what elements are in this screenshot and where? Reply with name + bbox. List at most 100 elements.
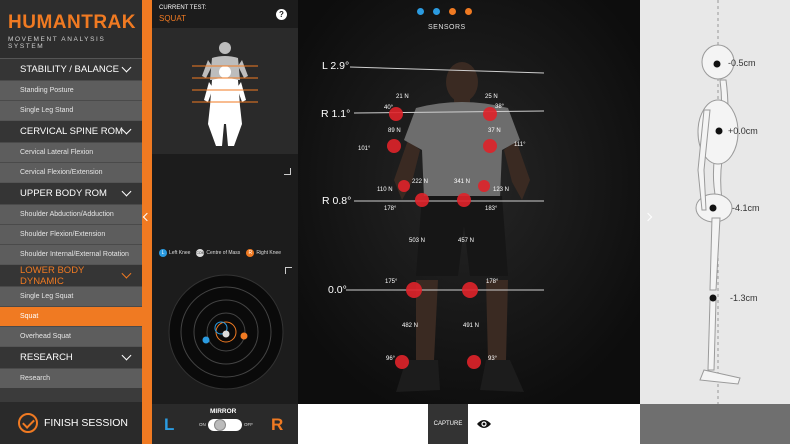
head-tilt-angle: L 2.9° [322, 60, 350, 72]
wrist-right-inner-force: 341 N [454, 179, 471, 185]
right-knee-badge: R [246, 249, 255, 257]
current-test-label: CURRENT TEST: [159, 5, 207, 11]
hip-left-angle: 178° [384, 206, 397, 212]
sidebar-item-cervical-lateral-flexion[interactable]: Cervical Lateral Flexion [0, 142, 142, 162]
hip-right-angle: 183° [485, 206, 498, 212]
chevron-left-icon [142, 212, 152, 222]
wrist-right-outer-force: 123 N [493, 187, 510, 193]
sidebar-item-research[interactable]: Research [0, 368, 142, 388]
pelvis-offset: -4.1cm [732, 203, 760, 213]
capture-button[interactable]: CAPTURE [428, 404, 468, 444]
section-label: UPPER BODY ROM [20, 188, 107, 199]
section-cervical-spine-rom[interactable]: CERVICAL SPINE ROM [0, 120, 142, 142]
section-label: LOWER BODY DYNAMIC [20, 264, 85, 287]
sidebar-item-single-leg-squat[interactable]: Single Leg Squat [0, 286, 142, 306]
section-research[interactable]: RESEARCH [0, 346, 142, 368]
elbow-left-angle: 101° [358, 146, 371, 152]
skeleton-posture-panel: -0.5cm +0.0cm -4.1cm -1.3cm [640, 0, 790, 404]
sidebar-item-shoulder-flexion[interactable]: Shoulder Flexion/Extension [0, 224, 142, 244]
knee-offset: -1.3cm [730, 293, 758, 303]
chevron-down-icon [121, 124, 132, 135]
squat-figure-illustration [192, 42, 258, 146]
section-label: STABILITY / BALANCE [20, 64, 119, 75]
chevron-down-icon [121, 186, 132, 197]
wrist-left-outer-force: 110 N [377, 187, 393, 193]
squat-preview-thumbnail[interactable] [152, 28, 298, 175]
sidebar-item-squat[interactable]: Squat [0, 306, 142, 326]
legend-label: Right Knee [256, 250, 282, 256]
right-side-label[interactable]: R [271, 415, 283, 435]
chevron-down-icon [121, 62, 132, 73]
sidebar-item-single-leg-stand[interactable]: Single Leg Stand [0, 100, 142, 120]
knee-tracking-legend: L Left Knee COM Centre of Mass R Right K… [159, 249, 281, 257]
legend-right-knee: R Right Knee [246, 249, 281, 257]
mirror-toggle[interactable]: ON OFF [199, 419, 253, 431]
expand-icon[interactable] [284, 168, 291, 175]
brand-header: HUMANTRAK MOVEMENT ANALYSIS SYSTEM [0, 0, 142, 58]
knee-tilt-angle: 0.0° [328, 284, 347, 296]
toggle-off-label: OFF [244, 422, 253, 427]
section-label: RESEARCH [20, 352, 73, 363]
shin-right-force: 491 N [463, 323, 480, 329]
left-side-label[interactable]: L [164, 415, 174, 435]
sensor-status-dot [465, 8, 472, 15]
sensor-status-dot [433, 8, 440, 15]
legend-left-knee: L Left Knee [159, 249, 190, 257]
shin-left-force: 482 N [402, 323, 419, 329]
elbow-right-angle: 111° [514, 142, 526, 148]
section-upper-body-rom[interactable]: UPPER BODY ROM [0, 182, 142, 204]
expand-icon[interactable] [285, 267, 292, 274]
knee-left-angle: 175° [385, 279, 398, 285]
help-icon[interactable]: ? [276, 9, 287, 20]
finish-session-label: FINISH SESSION [44, 417, 129, 429]
legend-label: Left Knee [169, 250, 191, 256]
sensor-status-dot [417, 8, 424, 15]
athlete-sensor-view: SENSORS L 2.9° R 1.1° R 0.8° 0.0° 21 N 2… [298, 0, 640, 404]
knee-orbit-plot [168, 274, 284, 390]
legend-label: Centre of Mass [206, 250, 241, 256]
elbow-right-force: 37 N [488, 128, 501, 134]
sidebar: HUMANTRAK MOVEMENT ANALYSIS SYSTEM STABI… [0, 0, 142, 444]
thorax-offset: +0.0cm [728, 126, 758, 136]
toggle-on-label: ON [199, 422, 206, 427]
sidebar-item-shoulder-abduction[interactable]: Shoulder Abduction/Adduction [0, 204, 142, 224]
check-circle-icon [18, 413, 38, 433]
chevron-down-icon [121, 350, 132, 361]
ankle-left-angle: 96° [386, 356, 396, 362]
finish-session-button[interactable]: FINISH SESSION [0, 402, 142, 444]
skeleton-footer [640, 404, 790, 444]
capture-bar [298, 404, 640, 444]
sensor-status-dot [449, 8, 456, 15]
ankle-right-angle: 93° [488, 356, 498, 362]
legend-centre-of-mass: COM Centre of Mass [196, 249, 240, 257]
com-badge: COM [196, 249, 205, 257]
knee-right-angle: 178° [486, 279, 499, 285]
skeleton-side-view [695, 0, 741, 404]
section-lower-body-dynamic[interactable]: LOWER BODY DYNAMIC [0, 264, 142, 287]
shoulder-left-angle: 40° [384, 105, 394, 111]
toggle-knob[interactable] [214, 419, 226, 431]
elbow-left-force: 89 N [388, 128, 401, 134]
collapse-sidebar-button[interactable] [142, 0, 152, 444]
left-knee-badge: L [159, 249, 167, 257]
brand-logo: HUMANTRAK [8, 12, 136, 33]
mirror-controls: L MIRROR ON OFF R [152, 404, 298, 444]
sidebar-item-overhead-squat[interactable]: Overhead Squat [0, 326, 142, 346]
test-panel: CURRENT TEST: SQUAT ? L Left Knee COM Ce… [152, 0, 298, 444]
head-offset: -0.5cm [728, 58, 756, 68]
thigh-left-force: 503 N [409, 238, 426, 244]
sidebar-item-cervical-flexion-extension[interactable]: Cervical Flexion/Extension [0, 162, 142, 182]
humantrak-app: HUMANTRAK MOVEMENT ANALYSIS SYSTEM STABI… [0, 0, 790, 444]
shoulder-right-force: 25 N [485, 94, 498, 100]
shoulder-tilt-angle: R 1.1° [321, 108, 351, 120]
wrist-left-inner-force: 222 N [412, 179, 429, 185]
current-test-name: SQUAT [159, 14, 186, 23]
section-stability-balance[interactable]: STABILITY / BALANCE [0, 58, 142, 80]
sidebar-item-standing-posture[interactable]: Standing Posture [0, 80, 142, 100]
eye-icon[interactable] [476, 418, 492, 430]
mirror-label: MIRROR [210, 408, 237, 415]
sidebar-item-shoulder-rotation[interactable]: Shoulder Internal/External Rotation [0, 244, 142, 264]
hip-tilt-angle: R 0.8° [322, 195, 352, 207]
sensors-title: SENSORS [428, 24, 466, 31]
section-label: CERVICAL SPINE ROM [20, 126, 123, 137]
